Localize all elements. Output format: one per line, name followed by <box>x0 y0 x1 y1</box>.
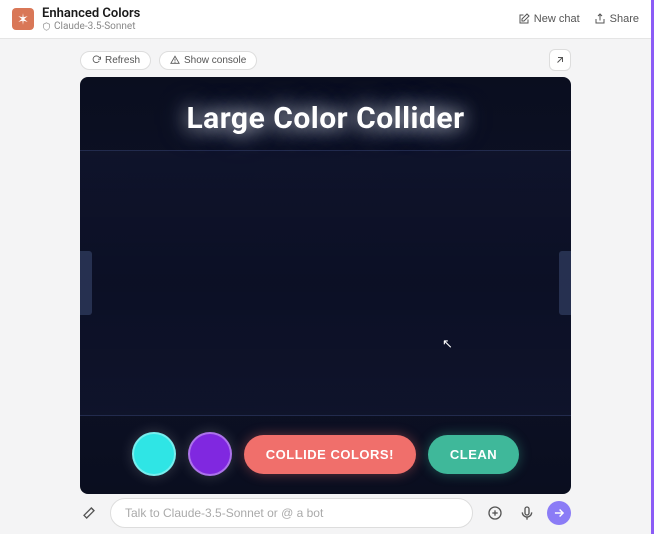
input-actions <box>483 501 571 525</box>
header: Enhanced Colors Claude-3.5-Sonnet New ch… <box>0 0 651 39</box>
highlighter-button[interactable] <box>80 502 100 525</box>
share-icon <box>594 13 606 25</box>
controls: COLLIDE COLORS! CLEAN <box>80 416 571 494</box>
mic-button[interactable] <box>515 501 539 525</box>
send-button[interactable] <box>547 501 571 525</box>
canvas-stage[interactable]: ↖ <box>80 150 571 416</box>
page-title: Enhanced Colors <box>42 6 518 21</box>
input-bar <box>0 494 651 534</box>
highlighter-icon <box>82 504 98 520</box>
model-subtitle: Claude-3.5-Sonnet <box>42 21 518 32</box>
edit-icon <box>518 13 530 25</box>
header-actions: New chat Share <box>518 13 639 25</box>
refresh-icon <box>91 55 101 65</box>
rail-right <box>559 251 571 315</box>
plus-circle-icon <box>487 505 503 521</box>
expand-button[interactable] <box>549 49 571 71</box>
show-console-button[interactable]: Show console <box>159 51 257 70</box>
toolbar: Refresh Show console <box>80 45 571 77</box>
content-area: Refresh Show console Large Color Collide… <box>0 39 651 494</box>
external-link-icon <box>554 54 566 66</box>
clean-button[interactable]: CLEAN <box>428 435 519 474</box>
new-chat-button[interactable]: New chat <box>518 13 580 25</box>
color-swatch-1[interactable] <box>132 432 176 476</box>
refresh-button[interactable]: Refresh <box>80 51 151 70</box>
share-button[interactable]: Share <box>594 13 639 25</box>
app-container: Enhanced Colors Claude-3.5-Sonnet New ch… <box>0 0 654 534</box>
canvas-title: Large Color Collider <box>80 77 571 150</box>
rail-left <box>80 251 92 315</box>
canvas-frame: Large Color Collider ↖ COLLIDE COLORS! C… <box>80 77 571 494</box>
cursor-icon: ↖ <box>442 337 453 352</box>
app-icon <box>12 8 34 30</box>
collide-button[interactable]: COLLIDE COLORS! <box>244 435 416 474</box>
arrow-right-icon <box>552 506 566 520</box>
add-button[interactable] <box>483 501 507 525</box>
mic-icon <box>519 505 535 521</box>
header-title-block: Enhanced Colors Claude-3.5-Sonnet <box>42 6 518 32</box>
chat-input[interactable] <box>110 498 473 528</box>
shield-icon <box>42 22 51 31</box>
warning-icon <box>170 55 180 65</box>
color-swatch-2[interactable] <box>188 432 232 476</box>
